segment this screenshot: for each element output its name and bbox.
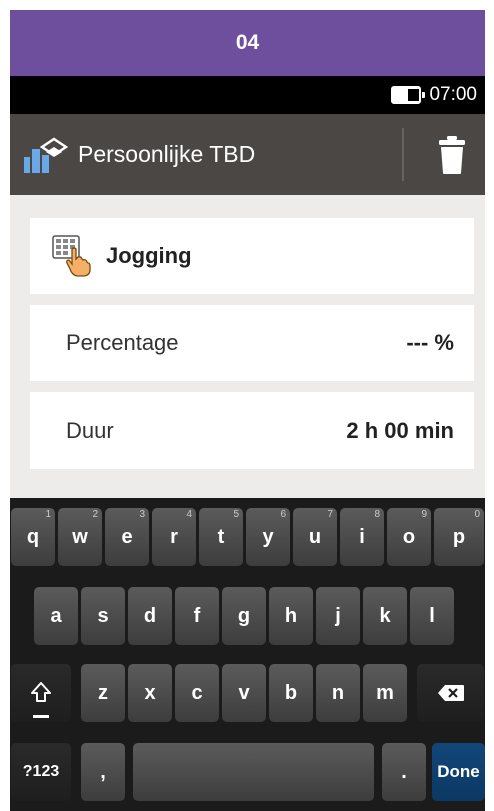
key-u[interactable]: u7 [293,508,337,566]
backspace-key[interactable] [417,664,484,722]
duration-value: 2 h 00 min [346,417,454,443]
key-z[interactable]: z [81,664,125,722]
key-x[interactable]: x [128,664,172,722]
backspace-icon [437,685,464,701]
key-w[interactable]: w2 [58,508,102,566]
key-v[interactable]: v [222,664,266,722]
key-k[interactable]: k [363,587,407,645]
delete-button[interactable] [418,114,485,195]
duration-row[interactable]: Duur 2 h 00 min [30,392,474,469]
shift-key[interactable] [11,664,71,722]
title-bar: Persoonlijke TBD [10,114,485,195]
status-time: 07:00 [429,84,477,105]
page-title: Persoonlijke TBD [78,141,256,167]
key-m[interactable]: m [363,664,407,722]
percentage-label: Percentage [66,330,179,355]
period-key[interactable]: . [382,743,426,801]
key-p[interactable]: p0 [434,508,484,566]
done-key[interactable]: Done [432,743,485,801]
trash-icon [438,135,465,174]
key-r[interactable]: r4 [152,508,196,566]
key-n[interactable]: n [316,664,360,722]
percentage-value: --- % [406,330,454,355]
activity-label: Jogging [106,243,192,268]
key-q[interactable]: q1 [11,508,55,566]
key-t[interactable]: t5 [199,508,243,566]
comma-key[interactable]: , [81,743,125,801]
status-bar: 07:00 [10,76,485,114]
key-y[interactable]: y6 [246,508,290,566]
duration-label: Duur [66,417,114,443]
device-screen: 07:00 Persoonlijke TBD Jogging Percentag… [10,76,485,811]
percentage-row[interactable]: Percentage --- % [30,305,474,381]
space-key[interactable] [133,743,374,801]
key-g[interactable]: g [222,587,266,645]
key-i[interactable]: i8 [340,508,384,566]
key-b[interactable]: b [269,664,313,722]
key-l[interactable]: l [410,587,454,645]
key-c[interactable]: c [175,664,219,722]
key-o[interactable]: o9 [387,508,431,566]
key-h[interactable]: h [269,587,313,645]
shift-indicator [33,715,49,718]
shift-arrow-icon [31,682,51,702]
keypad-hand-icon [52,235,92,277]
key-e[interactable]: e3 [105,508,149,566]
on-screen-keyboard: q1 w2 e3 r4 t5 y6 u7 i8 o9 p0 a s d f g … [10,498,485,811]
step-number: 04 [235,31,260,54]
step-banner: 04 [10,10,485,76]
key-j[interactable]: j [316,587,360,645]
key-f[interactable]: f [175,587,219,645]
activity-row[interactable]: Jogging [30,218,474,294]
key-s[interactable]: s [81,587,125,645]
symbols-key[interactable]: ?123 [11,743,71,801]
battery-icon [391,86,426,104]
key-d[interactable]: d [128,587,172,645]
key-a[interactable]: a [34,587,78,645]
personal-tbd-icon [22,135,69,175]
title-divider [402,128,404,181]
